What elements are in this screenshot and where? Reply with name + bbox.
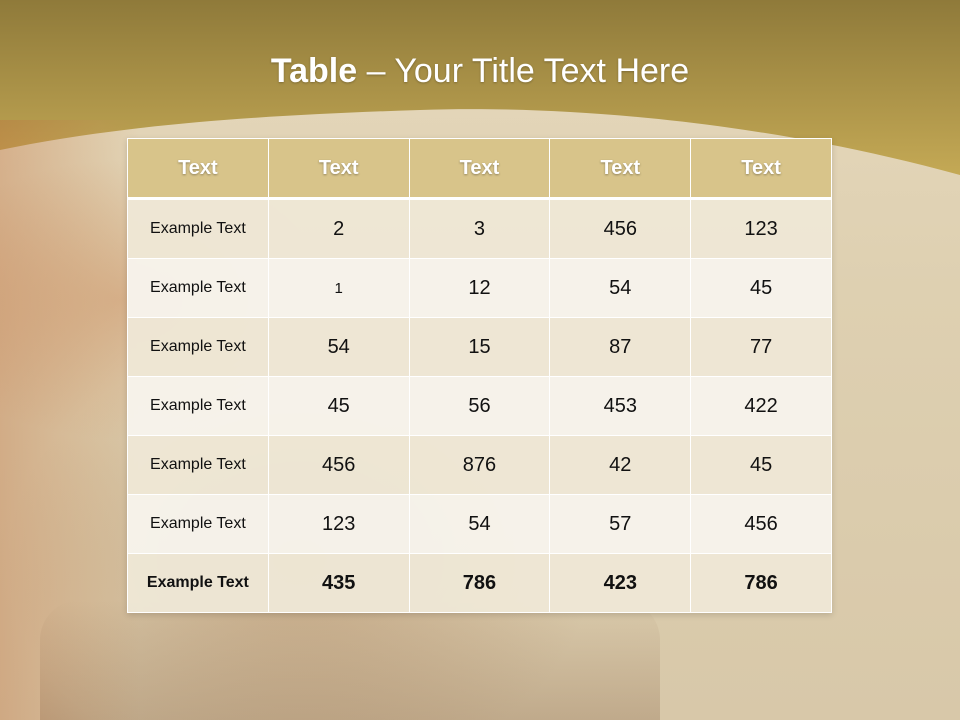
table-header-row: Text Text Text Text Text <box>127 138 832 200</box>
table-cell: 876 <box>408 435 551 495</box>
table-cell: 422 <box>690 376 832 436</box>
table-row: Example Text 2 3 456 123 <box>127 198 832 259</box>
row-label: Example Text <box>127 317 269 377</box>
table-row: Example Text 456 876 42 45 <box>127 435 832 495</box>
column-header: Text <box>690 138 832 200</box>
table-cell: 12 <box>408 258 551 318</box>
table-cell: 123 <box>690 198 832 259</box>
table-row: Example Text 45 56 453 422 <box>127 376 832 436</box>
background-book-image <box>40 600 660 720</box>
table-cell: 57 <box>549 494 692 554</box>
slide-title-bold: Table <box>270 52 358 90</box>
data-table: Text Text Text Text Text Example Text 2 … <box>127 138 832 613</box>
table-cell: 87 <box>549 317 692 377</box>
table-cell: 435 <box>267 553 410 613</box>
row-label: Example Text <box>127 494 269 554</box>
column-header: Text <box>267 138 410 200</box>
table-cell: 786 <box>408 553 551 613</box>
table-cell: 15 <box>408 317 551 377</box>
table-cell: 77 <box>690 317 832 377</box>
table-total-row: Example Text 435 786 423 786 <box>127 553 832 613</box>
table-cell: 42 <box>549 435 692 495</box>
table-cell: 56 <box>408 376 551 436</box>
table-cell: 45 <box>690 435 832 495</box>
table-row: Example Text 1 12 54 45 <box>127 258 832 318</box>
table-cell: 2 <box>267 198 410 259</box>
table-cell: 54 <box>267 317 410 377</box>
column-header: Text <box>408 138 551 200</box>
table-cell: 1 <box>267 258 410 318</box>
table-cell: 45 <box>690 258 832 318</box>
table-row: Example Text 123 54 57 456 <box>127 494 832 554</box>
table-row: Example Text 54 15 87 77 <box>127 317 832 377</box>
table-cell: 453 <box>549 376 692 436</box>
row-label: Example Text <box>127 198 269 259</box>
table-cell: 54 <box>549 258 692 318</box>
row-label: Example Text <box>127 258 269 318</box>
row-label: Example Text <box>127 376 269 436</box>
column-header: Text <box>549 138 692 200</box>
table-cell: 786 <box>690 553 832 613</box>
table-cell: 456 <box>690 494 832 554</box>
column-header: Text <box>127 138 269 200</box>
table-cell: 123 <box>267 494 410 554</box>
slide-title: Table – Your Title Text Here <box>0 52 960 91</box>
table-cell: 54 <box>408 494 551 554</box>
table-cell: 456 <box>267 435 410 495</box>
slide-title-rest: – Your Title Text Here <box>357 52 690 90</box>
table-cell: 456 <box>549 198 692 259</box>
table-cell: 423 <box>549 553 692 613</box>
row-label: Example Text <box>127 435 269 495</box>
table-cell: 3 <box>408 198 551 259</box>
row-label: Example Text <box>127 553 269 613</box>
table-cell: 45 <box>267 376 410 436</box>
